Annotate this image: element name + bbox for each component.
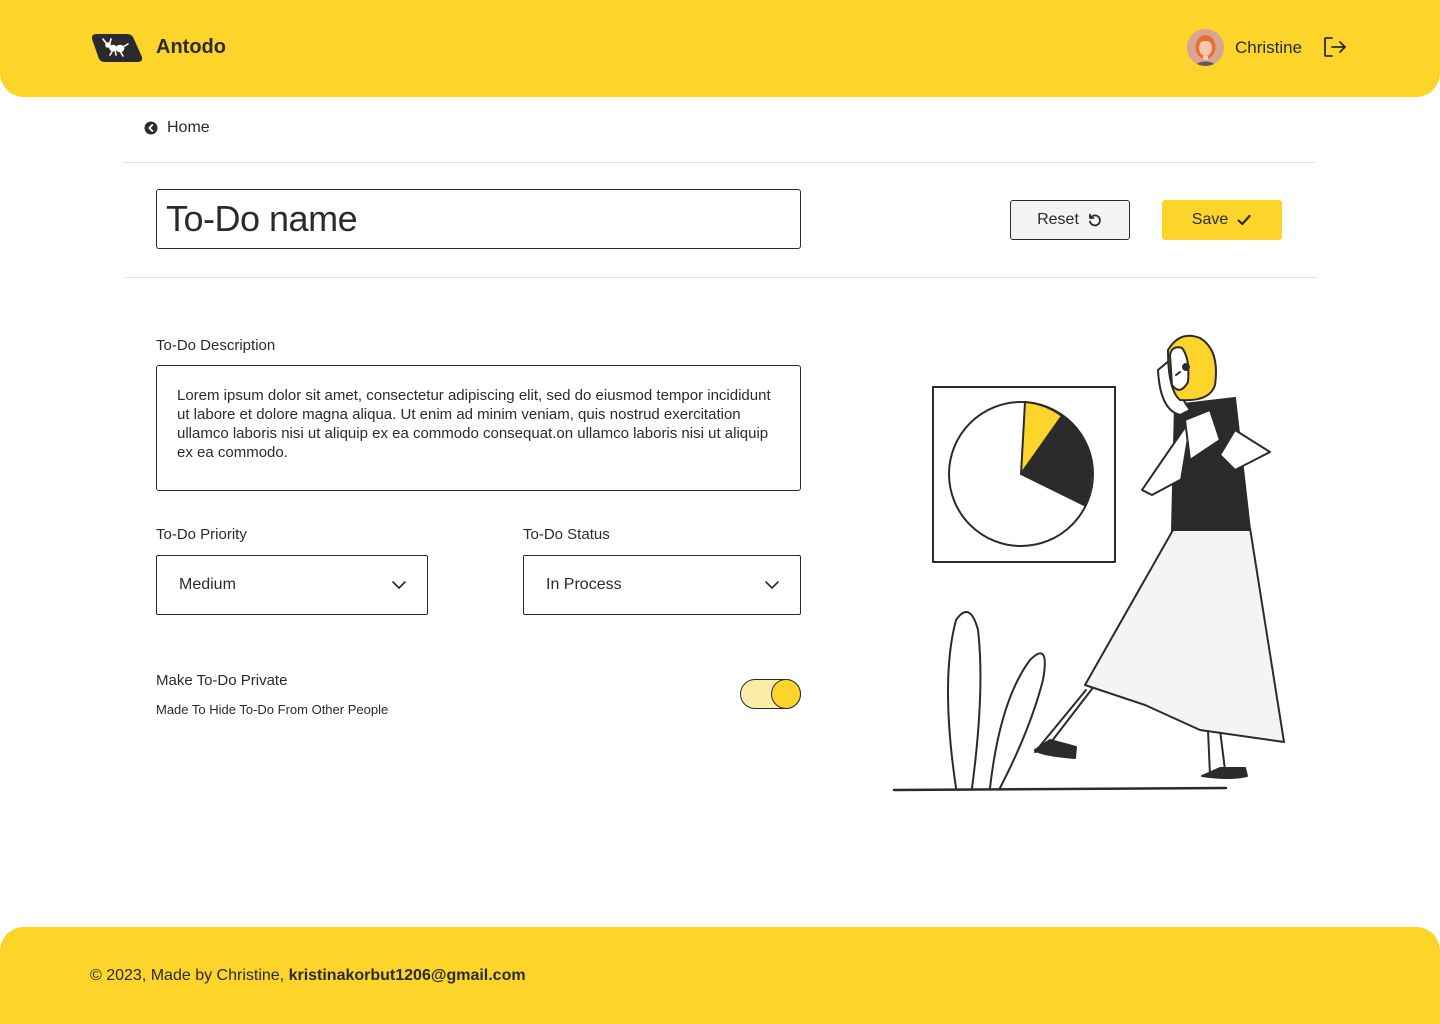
priority-select[interactable]: Medium xyxy=(156,555,428,615)
reset-button[interactable]: Reset xyxy=(1010,200,1130,240)
woman-with-pie-chart-illustration xyxy=(892,334,1285,792)
todo-name-input[interactable] xyxy=(156,189,801,249)
header: Antodo Christine xyxy=(0,0,1440,97)
save-button[interactable]: Save xyxy=(1162,200,1282,240)
private-hint: Made To Hide To-Do From Other People xyxy=(156,702,389,717)
refresh-icon xyxy=(1088,213,1101,227)
chevron-down-icon xyxy=(765,581,779,589)
footer-copyright: © 2023, Made by Christine, xyxy=(90,967,289,984)
avatar-icon xyxy=(1187,29,1224,66)
footer-text: © 2023, Made by Christine, kristinakorbu… xyxy=(90,967,526,985)
back-home-link[interactable]: Home xyxy=(144,119,210,137)
private-label: Make To-Do Private xyxy=(156,672,288,689)
divider-top xyxy=(123,162,1316,163)
description-label: To-Do Description xyxy=(156,337,276,354)
logout-icon[interactable] xyxy=(1323,36,1347,58)
avatar[interactable] xyxy=(1187,29,1224,66)
user-menu[interactable]: Christine xyxy=(1187,29,1302,66)
status-label: To-Do Status xyxy=(523,526,610,543)
divider-middle xyxy=(125,277,1317,278)
ant-logo-icon[interactable] xyxy=(91,31,143,65)
status-select[interactable]: In Process xyxy=(523,555,801,615)
save-label: Save xyxy=(1191,211,1229,228)
check-icon xyxy=(1237,214,1251,226)
chevron-down-icon xyxy=(392,581,406,589)
back-label[interactable]: Home xyxy=(167,119,210,137)
footer: © 2023, Made by Christine, kristinakorbu… xyxy=(0,927,1440,1024)
toggle-knob xyxy=(771,679,801,709)
priority-value: Medium xyxy=(179,576,236,593)
chevron-left-circle-icon xyxy=(144,121,158,135)
private-toggle[interactable] xyxy=(740,679,801,709)
brand-name: Antodo xyxy=(156,36,226,58)
description-textarea[interactable]: Lorem ipsum dolor sit amet, consectetur … xyxy=(156,365,801,491)
status-value: In Process xyxy=(546,576,622,593)
reset-label: Reset xyxy=(1037,211,1079,228)
priority-label: To-Do Priority xyxy=(156,526,247,543)
footer-email-link[interactable]: kristinakorbut1206@gmail.com xyxy=(289,967,526,984)
user-name[interactable]: Christine xyxy=(1235,38,1302,58)
